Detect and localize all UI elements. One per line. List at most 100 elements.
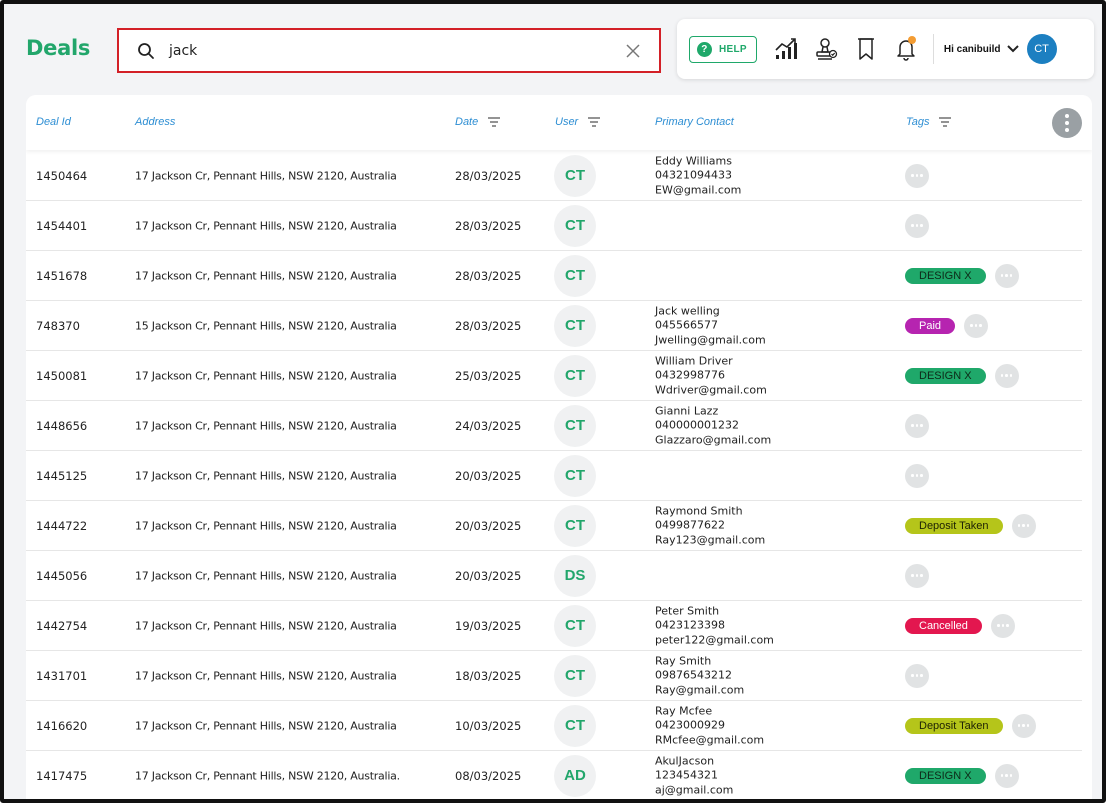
table-row[interactable]: 1450464 17 Jackson Cr, Pennant Hills, NSW… [26, 151, 1082, 201]
table-row[interactable]: 1442754 17 Jackson Cr, Pennant Hills, NSW… [26, 601, 1082, 651]
deal-id[interactable]: 1450464 [36, 169, 87, 183]
user-avatar[interactable]: CT [554, 204, 596, 247]
table-row[interactable]: 1445125 17 Jackson Cr, Pennant Hills, NSW… [26, 451, 1082, 501]
tags-cell [905, 563, 929, 588]
close-icon[interactable] [623, 41, 643, 61]
more-tags-button[interactable] [964, 313, 989, 338]
column-header-tags[interactable]: Tags [906, 116, 952, 128]
user-greeting[interactable]: Hi canibuild [944, 44, 1001, 55]
contact-name: Gianni Lazz [655, 403, 719, 417]
deal-id[interactable]: 1454401 [36, 219, 87, 233]
user-avatar[interactable]: CT [554, 254, 596, 297]
filter-icon[interactable] [938, 117, 952, 127]
search-bar[interactable]: jack [117, 28, 661, 73]
chevron-down-icon[interactable] [1006, 45, 1019, 53]
deal-id[interactable]: 1445056 [36, 569, 87, 583]
avatar[interactable]: CT [1026, 34, 1057, 64]
contact-name: William Driver [655, 353, 733, 367]
help-button[interactable]: ? HELP [689, 35, 757, 63]
user-avatar[interactable]: CT [554, 304, 596, 347]
column-label: Tags [906, 116, 930, 128]
user-avatar[interactable]: DS [554, 554, 596, 597]
more-tags-button[interactable] [905, 213, 929, 238]
bookmark-icon[interactable] [853, 35, 879, 63]
more-tags-button[interactable] [905, 463, 929, 488]
contact-phone: 09876543212 [655, 668, 732, 682]
more-tags-button[interactable] [994, 363, 1019, 388]
deal-id[interactable]: 1450081 [36, 369, 87, 383]
tag-badge[interactable]: Cancelled [905, 617, 982, 634]
more-tags-button[interactable] [905, 663, 929, 688]
table-row[interactable]: 1431701 17 Jackson Cr, Pennant Hills, NSW… [26, 651, 1082, 701]
deal-id[interactable]: 1431701 [36, 669, 87, 683]
chart-icon[interactable] [773, 35, 799, 63]
table-row[interactable]: 1451678 17 Jackson Cr, Pennant Hills, NSW… [26, 251, 1082, 301]
deal-id[interactable]: 1417475 [36, 769, 87, 783]
contact-name: Eddy Williams [655, 153, 732, 167]
deal-id[interactable]: 1444722 [36, 519, 87, 533]
table-row[interactable]: 748370 15 Jackson Cr, Pennant Hills, NSW … [26, 301, 1082, 351]
more-tags-button[interactable] [905, 163, 929, 188]
contact-email: peter122@gmail.com [655, 632, 774, 646]
contact-phone: 04321094433 [655, 168, 732, 182]
search-input[interactable]: jack [169, 43, 623, 59]
column-header-user[interactable]: User [555, 116, 601, 128]
user-avatar[interactable]: CT [554, 704, 596, 747]
filter-icon[interactable] [587, 117, 601, 127]
more-tags-button[interactable] [990, 613, 1015, 638]
more-tags-button[interactable] [1011, 513, 1036, 538]
deal-id[interactable]: 748370 [36, 319, 80, 333]
table-row[interactable]: 1417475 17 Jackson Cr, Pennant Hills, NSW… [26, 751, 1082, 799]
stamp-icon[interactable] [813, 35, 839, 63]
more-options-button[interactable] [1052, 108, 1082, 138]
deal-address: 17 Jackson Cr, Pennant Hills, NSW 2120, … [135, 369, 397, 382]
tag-badge[interactable]: DESIGN X [905, 367, 986, 384]
deal-id[interactable]: 1442754 [36, 619, 87, 633]
filter-icon[interactable] [487, 117, 501, 127]
deal-date: 20/03/2025 [455, 468, 522, 483]
tag-badge[interactable]: Deposit Taken [905, 717, 1003, 734]
user-avatar[interactable]: CT [554, 354, 596, 397]
column-header-primary-contact[interactable]: Primary Contact [655, 116, 734, 128]
tag-badge[interactable]: Deposit Taken [905, 517, 1003, 534]
bell-icon[interactable] [893, 35, 919, 63]
more-tags-button[interactable] [994, 263, 1019, 288]
primary-contact: Raymond Smith 0499877622 Ray123@gmail.com [655, 504, 765, 548]
table-row[interactable]: 1454401 17 Jackson Cr, Pennant Hills, NSW… [26, 201, 1082, 251]
user-avatar[interactable]: CT [554, 504, 596, 547]
tags-cell [905, 663, 929, 688]
column-header-address[interactable]: Address [135, 116, 175, 128]
user-avatar[interactable]: CT [554, 654, 596, 697]
app-frame: Deals jack ? HELP Hi canibuild CT Deal I… [0, 0, 1106, 803]
table-row[interactable]: 1450081 17 Jackson Cr, Pennant Hills, NSW… [26, 351, 1082, 401]
table-row[interactable]: 1416620 17 Jackson Cr, Pennant Hills, NSW… [26, 701, 1082, 751]
deal-id[interactable]: 1416620 [36, 719, 87, 733]
user-avatar[interactable]: CT [554, 454, 596, 497]
more-tags-button[interactable] [905, 563, 929, 588]
column-label: User [555, 116, 579, 128]
column-header-deal-id[interactable]: Deal Id [36, 116, 71, 128]
column-header-date[interactable]: Date [455, 116, 501, 128]
page-title: Deals [26, 36, 91, 60]
contact-email: aj@gmail.com [655, 782, 734, 796]
deal-date: 10/03/2025 [455, 718, 522, 733]
user-avatar[interactable]: CT [554, 154, 596, 197]
deal-address: 17 Jackson Cr, Pennant Hills, NSW 2120, … [135, 569, 397, 582]
deal-id[interactable]: 1451678 [36, 269, 87, 283]
table-row[interactable]: 1448656 17 Jackson Cr, Pennant Hills, NSW… [26, 401, 1082, 451]
deal-id[interactable]: 1448656 [36, 419, 87, 433]
user-avatar[interactable]: CT [554, 404, 596, 447]
table-row[interactable]: 1444722 17 Jackson Cr, Pennant Hills, NSW… [26, 501, 1082, 551]
deal-address: 17 Jackson Cr, Pennant Hills, NSW 2120, … [135, 469, 397, 482]
more-tags-button[interactable] [905, 413, 929, 438]
deal-id[interactable]: 1445125 [36, 469, 87, 483]
tag-badge[interactable]: Paid [905, 317, 956, 334]
tag-badge[interactable]: DESIGN X [905, 767, 986, 784]
user-avatar[interactable]: CT [554, 604, 596, 647]
more-tags-button[interactable] [1011, 713, 1036, 738]
user-avatar[interactable]: AD [554, 754, 596, 797]
more-tags-button[interactable] [994, 763, 1019, 788]
table-row[interactable]: 1445056 17 Jackson Cr, Pennant Hills, NSW… [26, 551, 1082, 601]
tag-badge[interactable]: DESIGN X [905, 267, 986, 284]
primary-contact: Gianni Lazz 040000001232 Glazzaro@gmail.co… [655, 404, 771, 448]
